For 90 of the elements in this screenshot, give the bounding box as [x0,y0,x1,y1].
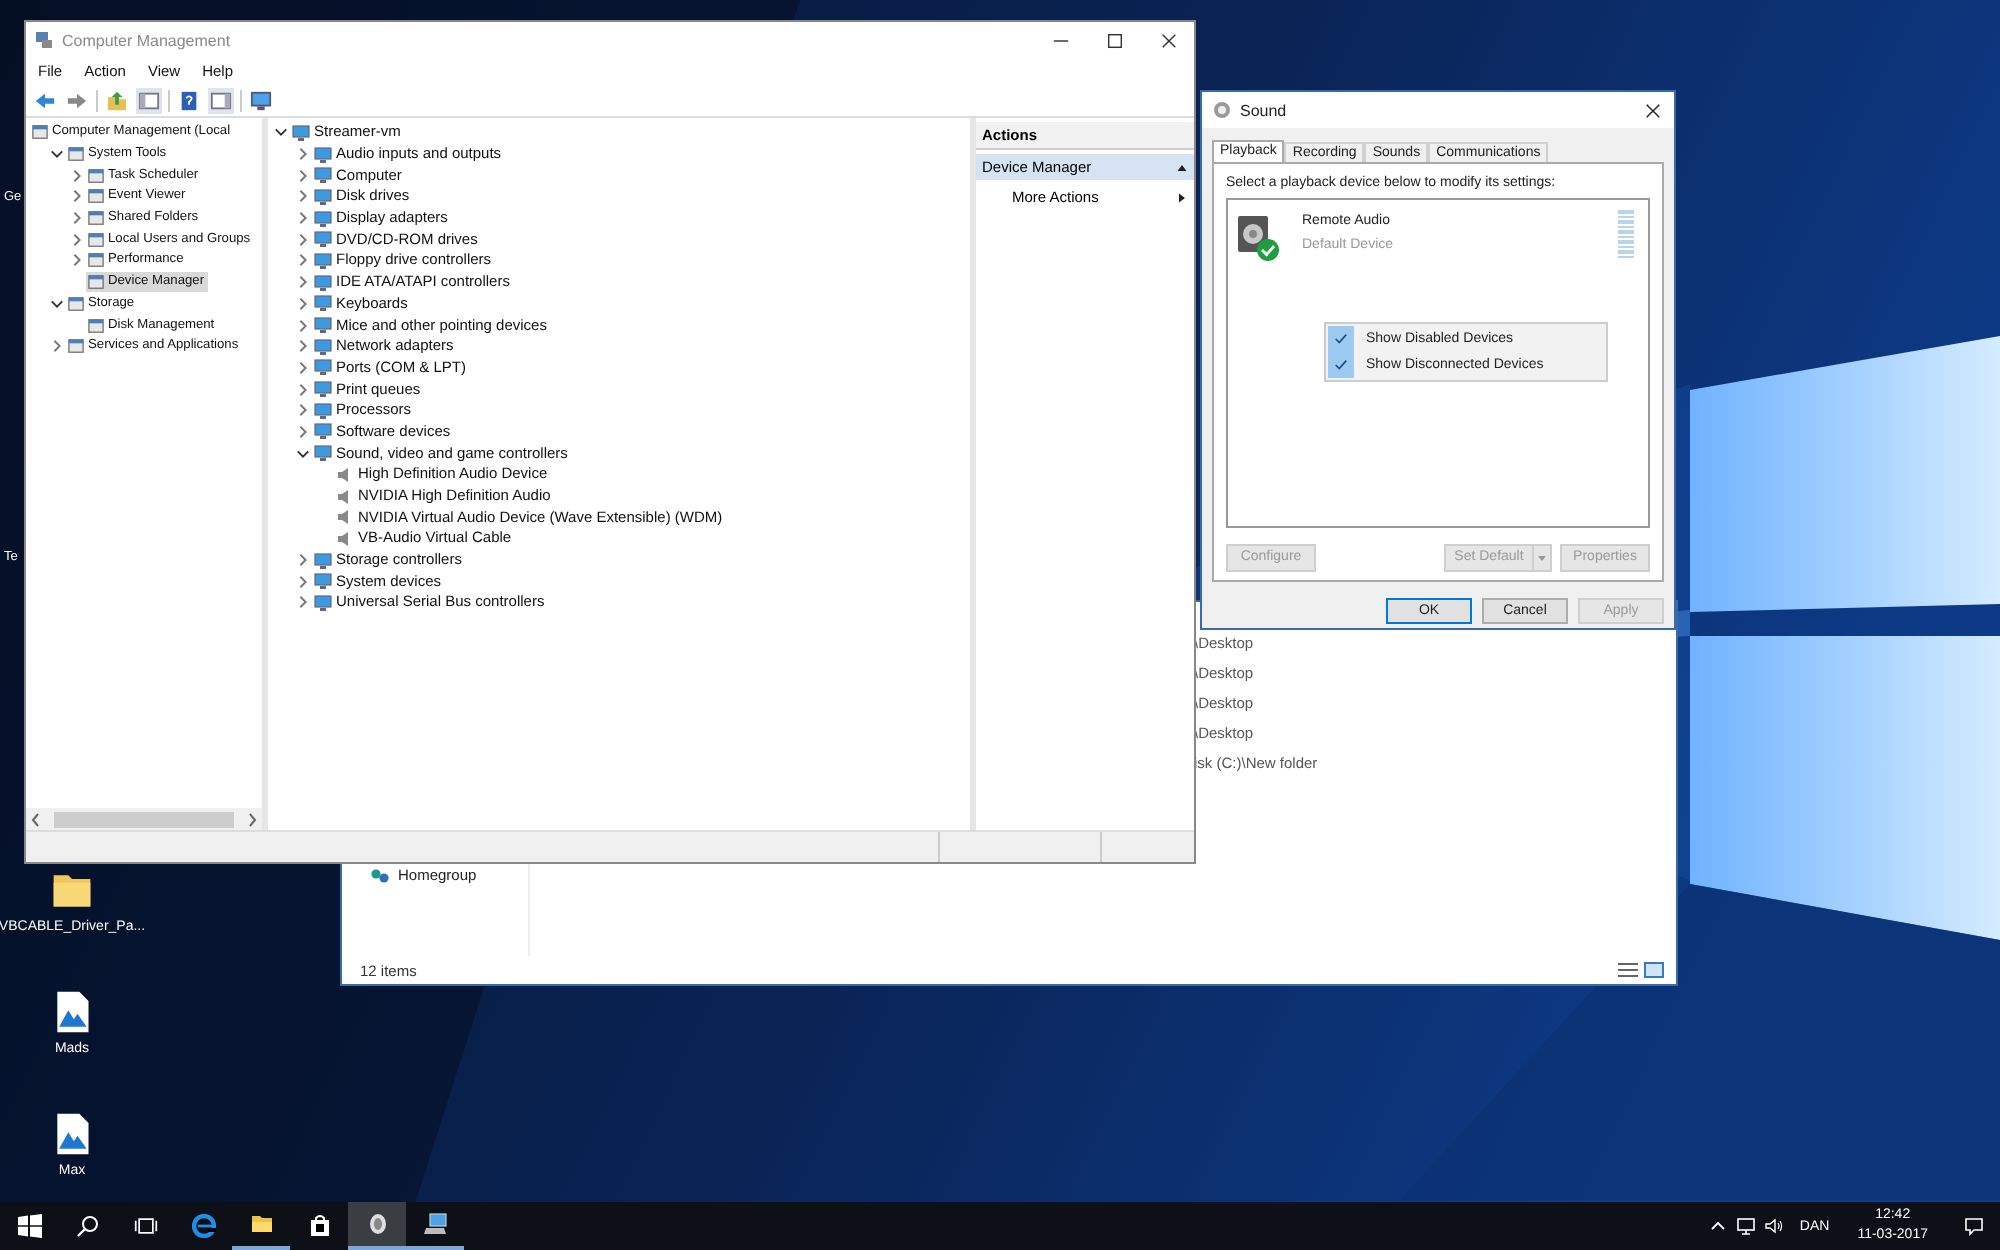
expand-chevron-icon[interactable] [296,210,310,227]
monitor-icon [314,572,332,591]
monitor-icon [314,337,332,356]
monitor-icon [314,273,332,292]
task-view-icon [133,1214,157,1238]
monitor-icon [314,294,332,313]
monitor-icon [314,316,332,335]
expand-chevron-icon[interactable] [296,359,310,376]
homegroup-icon [370,867,390,883]
monitor-icon[interactable] [248,87,274,113]
monitor-icon [314,358,332,377]
expand-chevron-icon[interactable] [296,252,310,269]
help-icon[interactable] [176,87,202,113]
monitor-icon [314,251,332,270]
expand-chevron-icon[interactable] [70,252,84,269]
pane-icon[interactable] [136,87,162,113]
maximize-icon[interactable] [1106,31,1124,49]
window-icon [68,295,84,312]
scroll-thumb[interactable] [54,811,234,827]
expand-chevron-icon[interactable] [296,188,310,205]
scroll-left-icon[interactable] [30,811,42,827]
expand-chevron-icon[interactable] [296,402,310,419]
windows-logo-icon [17,1214,41,1238]
expand-chevron-icon[interactable] [296,338,310,355]
submenu-arrow-icon [1176,191,1188,203]
expand-chevron-icon[interactable] [296,146,310,163]
expand-chevron-icon[interactable] [296,552,310,569]
monitor-icon [314,166,332,185]
expand-chevron-icon[interactable] [296,231,310,248]
window-icon [88,188,104,205]
window-icon [88,317,104,334]
close-icon[interactable] [1160,31,1178,49]
window-icon [88,210,104,227]
dialog-title: Sound [1240,101,1289,119]
expand-chevron-icon[interactable] [296,317,310,334]
collapse-chevron-icon[interactable] [296,445,310,462]
monitor-icon [314,444,332,463]
shopping-bag-icon [307,1214,331,1238]
monitor-icon [314,145,332,164]
window-icon [88,167,104,184]
monitor-icon [314,230,332,249]
network-icon[interactable] [1735,1216,1756,1236]
monitor-icon [314,593,332,612]
monitor-icon [314,187,332,206]
expand-chevron-icon[interactable] [70,231,84,248]
collapse-icon [1176,161,1188,173]
monitor-icon [314,551,332,570]
expand-chevron-icon[interactable] [296,167,310,184]
folder-icon [249,1212,273,1236]
search-icon [75,1214,99,1238]
close-icon[interactable] [1644,101,1662,119]
monitor-icon [314,401,332,420]
speaker-icon [365,1212,389,1236]
notification-icon[interactable] [1964,1216,1984,1236]
window-icon [68,146,84,163]
expand-chevron-icon[interactable] [50,338,64,355]
details-view-icon[interactable] [1618,962,1638,978]
window-title: Computer Management [62,31,233,49]
tiles-view-icon[interactable] [1644,962,1664,978]
pane-icon[interactable] [208,87,234,113]
expand-chevron-icon[interactable] [296,573,310,590]
level-meter [1618,210,1634,258]
browser-icon [191,1214,215,1238]
window-icon [32,124,48,141]
expand-chevron-icon[interactable] [70,167,84,184]
folder-up-icon[interactable] [104,87,130,113]
collapse-chevron-icon[interactable] [50,295,64,312]
horizontal-scrollbar[interactable] [26,808,262,830]
expand-chevron-icon[interactable] [296,423,310,440]
monitor-icon [292,123,310,142]
window-icon [88,231,104,248]
expand-chevron-icon[interactable] [296,381,310,398]
taskbar-button[interactable] [348,1202,406,1250]
window-icon [88,252,104,269]
expand-chevron-icon[interactable] [70,188,84,205]
monitor-icon [314,209,332,228]
monitor-icon [314,422,332,441]
computer-icon [423,1212,447,1236]
scroll-right-icon[interactable] [246,811,258,827]
collapse-chevron-icon[interactable] [50,146,64,163]
expand-chevron-icon[interactable] [296,295,310,312]
expand-chevron-icon[interactable] [296,594,310,611]
speaker-icon [1212,100,1232,120]
expand-chevron-icon[interactable] [70,210,84,227]
volume-icon[interactable] [1763,1216,1784,1236]
window-icon [88,274,104,291]
monitor-icon [314,380,332,399]
collapse-chevron-icon[interactable] [274,124,288,141]
window-icon [68,338,84,355]
expand-chevron-icon[interactable] [296,274,310,291]
